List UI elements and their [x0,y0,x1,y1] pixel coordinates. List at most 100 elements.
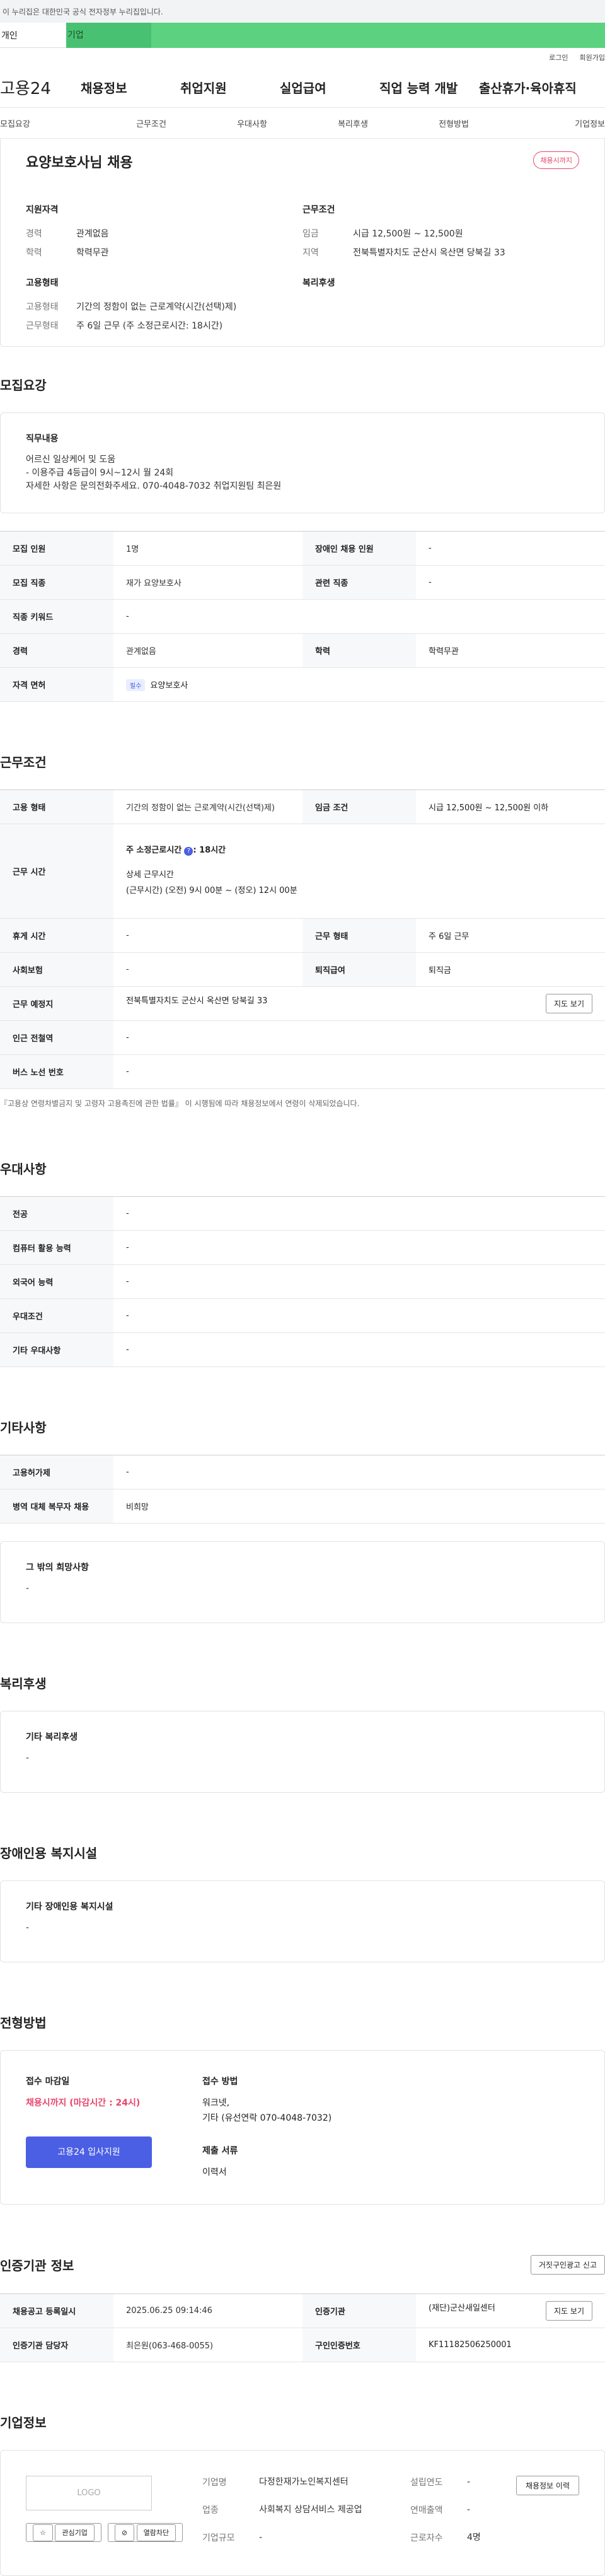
duty-line: 어르신 일상케어 및 도움 [26,455,116,465]
row-value: - [113,1020,605,1055]
subnav-recruit[interactable]: 모집요강 [0,117,101,129]
detail-hours-value: (근무시간) (오전) 9시 00분 ~ (정오) 12시 00분 [126,885,297,895]
welfare-block: 복리후생 [302,276,579,338]
welfare-box-heading: 기타 복리후생 [26,1732,78,1742]
gov-notice: 이 누리집은 대한민국 공식 전자정부 누리집입니다. [0,0,605,23]
qual-block: 지원자격 경력 관계없음 학력 학력무관 [26,203,302,265]
place-value: 전북특별자치도 군산시 옥산면 당북길 33 [126,996,268,1006]
member-tabs: 개인 기업 [0,23,605,48]
duty-line: 자세한 사항은 문의전화주세요. 070-4048-7032 취업지원팀 최은원 [26,481,282,491]
cond-heading: 근무조건 [302,205,335,215]
row-label: 인근 전철역 [0,1020,113,1055]
cond-block: 근무조건 임금 시급 12,500원 ~ 12,500원 지역 전북특별자치도 군산… [302,203,579,265]
block-icon: ⊘ [114,2524,135,2541]
gnb-item-unemployment[interactable]: 실업급여 [280,78,379,96]
cert-map-button[interactable]: 지도 보기 [546,2301,592,2321]
row-value: - [113,1054,605,1089]
work-section: 근무조건 고용 형태 기간의 정함이 없는 근로계약(시간(선택)제) 임금 조건… [0,702,605,1109]
license-value: 요양보호사 [150,680,188,691]
table-row: 고용허가제 - [0,1455,605,1489]
gov-notice-text: 이 누리집은 대한민국 공식 전자정부 누리집입니다. [3,7,163,16]
join-link[interactable]: 회원가입 [580,52,605,62]
apply-button[interactable]: 고용24 입사지원 [26,2136,152,2168]
cond-value: 전북특별자치도 군산시 옥산면 당북길 33 [353,248,505,258]
login-link[interactable]: 로그인 [549,52,568,62]
gnb-item-training[interactable]: 직업 능력 개발 [379,78,479,96]
disabled-section: 장애인용 복지시설 기타 장애인용 복지시설 - [0,1793,605,1962]
company-name: 다정한재가노인복지센터 [259,2477,349,2487]
history-button[interactable]: 채용정보 이력 [516,2476,579,2495]
row-label: 퇴직급여 [302,952,416,987]
company-value: - [259,2532,263,2543]
table-row: 고용 형태 기간의 정함이 없는 근로계약(시간(선택)제) 임금 조건 시급 12… [0,790,605,824]
info-icon[interactable]: ? [184,847,193,856]
row-label: 병역 대체 복무자 채용 [0,1489,113,1524]
subnav-conditions[interactable]: 근무조건 [101,117,202,129]
table-row: 인근 전철역 - [0,1020,605,1055]
row-label: 모집 직종 [0,565,113,600]
pref-title: 우대사항 [0,1162,47,1177]
subnav-selection[interactable]: 전형방법 [403,117,504,129]
gnb-item-leave[interactable]: 출산휴가·육아휴직 [479,78,579,96]
tab-corporate[interactable]: 기업 [66,23,605,48]
weekly-hours-value: : 18시간 [193,846,226,856]
place-cell: 전북특별자치도 군산시 옥산면 당북길 33 지도 보기 [113,986,605,1021]
row-label: 사회보험 [0,952,113,987]
cond-value: 시급 12,500원 ~ 12,500원 [353,229,463,239]
table-row: 사회보험 - 퇴직급여 퇴직금 [0,952,605,987]
company-logo: LOGO [26,2476,152,2510]
hope-value: - [26,1583,30,1594]
tab-individual[interactable]: 개인 [0,23,66,48]
row-value: 1명 [113,531,302,566]
disabled-title: 장애인용 복지시설 [0,1846,98,1861]
gnb-item-support[interactable]: 취업지원 [180,78,280,96]
site-logo[interactable]: 고용24 [0,76,81,99]
weekly-hours: 주 소정근로시간 ?: 18시간 [126,843,592,859]
row-value: KF11182506250001 [416,2328,605,2362]
row-value: - [416,531,605,566]
row-label: 휴게 시간 [0,918,113,953]
type-label: 고용형태 [26,302,59,312]
row-value: 주 6일 근무 [416,918,605,953]
table-row: 근무 시간 주 소정근로시간 ?: 18시간 상세 근무시간 (근무시간) (오… [0,824,605,919]
row-label: 컴퓨터 활용 능력 [0,1230,113,1265]
disabled-box-heading: 기타 장애인용 복지시설 [26,1902,113,1912]
row-value: 시급 12,500원 ~ 12,500원 이하 [416,790,605,824]
report-button[interactable]: 거짓구인광고 신고 [530,2255,605,2275]
welfare-section: 복리후생 기타 복리후생 - [0,1623,605,1793]
subnav-company[interactable]: 기업정보 [504,117,605,129]
table-row: 근무 예정지 전북특별자치도 군산시 옥산면 당북길 33 지도 보기 [0,986,605,1021]
table-row: 자격 면허 필수 요양보호사 [0,667,605,702]
tab-individual-label: 개인 [1,30,18,41]
company-section: 기업정보 LOGO ☆ 관심기업 ⊘ 열람차단 기업명 다정한재가노인복지센터 … [0,2362,605,2576]
subnav-preference[interactable]: 우대사항 [202,117,302,129]
deadline-badge: 채용시까지 [533,151,579,169]
gnb-item-jobs[interactable]: 채용정보 [81,78,180,96]
type-value: 주 6일 근무 (주 소정근로시간: 18시간) [76,321,223,331]
table-row: 모집 인원 1명 장애인 채용 인원 - [0,531,605,566]
row-label: 외국어 능력 [0,1264,113,1299]
row-label: 경력 [0,633,113,668]
method-heading: 접수 방법 [202,2077,238,2087]
subnav-welfare[interactable]: 복리후생 [302,117,403,129]
row-label: 인증기관 [302,2293,416,2328]
company-label: 근로자수 [410,2533,443,2543]
row-label: 인증기관 담당자 [0,2328,113,2362]
etc-table: 고용허가제 - 병역 대체 복무자 채용 비희망 [0,1455,605,1524]
block-view-button[interactable]: ⊘ 열람차단 [107,2523,183,2542]
cert-table: 채용공고 등록일시 2025.06.25 09:14:46 인증기관 (재단)군산… [0,2293,605,2362]
qual-label: 학력 [26,248,42,258]
row-label: 근무 시간 [0,824,113,919]
fav-company-button[interactable]: ☆ 관심기업 [26,2523,101,2542]
duty-heading: 직무내용 [26,434,59,444]
pref-table: 전공 - 컴퓨터 활용 능력 - 외국어 능력 - 우대조건 - 기타 우대사항 - [0,1196,605,1367]
row-label: 장애인 채용 인원 [302,531,416,566]
company-label: 업종 [202,2505,219,2515]
company-label: 기업규모 [202,2533,235,2543]
type-block: 고용형태 고용형태 기간의 정함이 없는 근로계약(시간(선택)제) 근무형태 주 … [26,276,302,338]
map-button[interactable]: 지도 보기 [546,994,592,1013]
company-logo-block: LOGO ☆ 관심기업 ⊘ 열람차단 [26,2476,202,2550]
fav-company-label: 관심기업 [55,2524,95,2541]
row-value: - [113,1196,605,1231]
type-heading: 고용형태 [26,278,59,288]
